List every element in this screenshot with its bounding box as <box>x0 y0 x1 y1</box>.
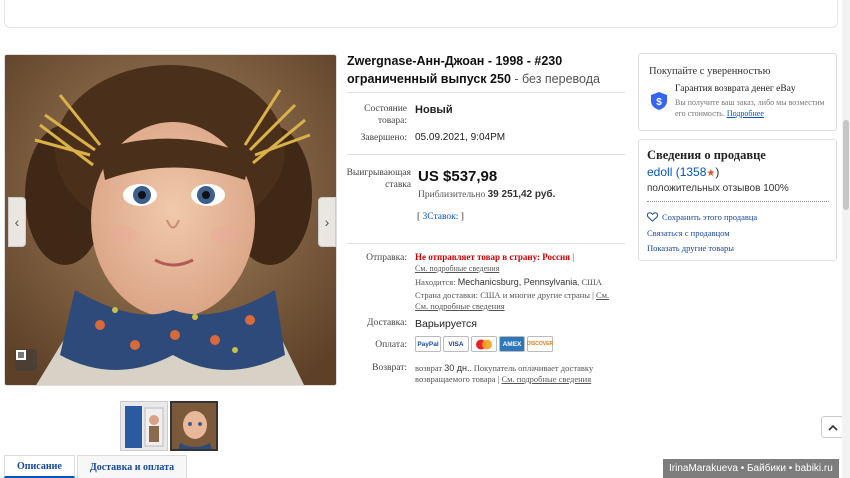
shipping-warning-text: Не отправляет товар в страну: Россия <box>415 252 571 262</box>
shipping-warning: Не отправляет товар в страну: Россия | <box>415 252 574 262</box>
divider <box>347 92 625 93</box>
delivery-value: Варьируется <box>415 318 477 330</box>
seller-name-line: edoll (1358★) <box>647 165 719 179</box>
location-line: Находится: Mechanicsburg, Pennsylvania, … <box>415 276 602 288</box>
scrollbar-thumb[interactable] <box>843 120 849 210</box>
bids-label[interactable]: Ставок: <box>427 212 458 222</box>
divider <box>347 243 625 244</box>
guarantee-heading: Покупайте с уверенностью <box>649 66 771 77</box>
zoom-icon <box>16 350 26 360</box>
amex-icon: AMEX <box>499 336 525 352</box>
guarantee-text: Вы получите ваш заказ, либо мы возместим… <box>675 97 830 119</box>
zoom-button[interactable] <box>15 349 37 371</box>
mastercard-icon <box>471 336 497 352</box>
chevron-left-icon: ‹ <box>14 214 20 230</box>
guarantee-more-link[interactable]: Подробнее <box>727 109 764 118</box>
item-title: Zwergnase-Анн-Джоан - 1998 - #230 ограни… <box>347 52 627 88</box>
chevron-right-icon: › <box>324 214 330 230</box>
contact-seller-link[interactable]: Связаться с продавцом <box>647 228 730 238</box>
discover-icon: DISCOVER <box>527 336 553 352</box>
divider <box>647 201 829 202</box>
country-value: США и многие другие страны <box>480 290 590 300</box>
guarantee-box: Покупайте с уверенностью $ Гарантия возв… <box>638 53 837 131</box>
top-header-bar <box>4 0 838 28</box>
feedback-count-close: ) <box>715 165 720 179</box>
location-value: Mechanicsburg, Pennsylvania <box>457 277 578 287</box>
location-country: , США <box>577 277 602 287</box>
approx-value: 39 251,42 руб. <box>487 189 556 200</box>
country-link-start[interactable]: См. <box>596 290 609 300</box>
seller-heading: Сведения о продавце <box>647 148 766 162</box>
bids-open: [ <box>417 212 421 222</box>
seller-box: Сведения о продавце edoll (1358★) положи… <box>638 139 837 261</box>
shield-icon: $ <box>651 92 667 110</box>
thumbnail-doll-photo[interactable] <box>170 401 218 451</box>
item-title-sub-rest: - без перевода <box>510 72 600 86</box>
box-thumbnail-image <box>125 406 164 448</box>
delivery-label: Доставка: <box>367 318 407 328</box>
paypal-icon: PayPal <box>415 336 441 352</box>
main-product-image[interactable]: ‹ › <box>4 54 337 386</box>
tab-shipping-payment[interactable]: Доставка и оплата <box>76 455 188 478</box>
watermark: IrinaMarakueva • Байбики • babiki.ru <box>663 459 839 478</box>
doll-thumbnail-image <box>172 403 216 449</box>
page-scrollbar[interactable] <box>842 0 850 478</box>
returns-rest: . Покупатель оплачивает доставку <box>469 363 594 373</box>
returns-details-link[interactable]: См. подробные сведения <box>501 374 591 384</box>
winning-price: US $537,98 <box>418 168 498 185</box>
condition-value: Новый <box>415 104 453 116</box>
location-label: Находится: <box>415 277 456 287</box>
country-details-link[interactable]: См. подробные сведения <box>415 301 505 311</box>
shipping-details-link[interactable]: См. подробные сведения <box>415 264 499 273</box>
visa-icon: VISA <box>443 336 469 352</box>
approx-price: Приблизительно 39 251,42 руб. <box>418 189 555 200</box>
payment-label: Оплата: <box>375 340 407 350</box>
seller-feedback: положительных отзывов 100% <box>647 183 789 194</box>
heart-icon <box>647 212 658 222</box>
next-image-button[interactable]: › <box>318 197 336 247</box>
item-title-main: Zwergnase-Анн-Джоан - 1998 - #230 <box>347 54 563 68</box>
tab-description[interactable]: Описание <box>4 455 75 478</box>
country-label: Страна доставки: <box>415 290 479 300</box>
divider <box>347 154 625 155</box>
winning-bid-label: Выигрывающая ставка <box>346 168 411 190</box>
returns-prefix: возврат <box>415 363 443 373</box>
item-title-sub-bold: ограниченный выпуск 250 <box>347 72 511 86</box>
ended-label: Завершено: <box>360 133 407 143</box>
seller-name-link[interactable]: edoll <box>647 165 672 179</box>
returns-line2-text: возвращаемого товара | <box>415 374 500 384</box>
bids-close: ] <box>460 212 464 222</box>
prev-image-button[interactable]: ‹ <box>8 197 26 247</box>
thumbnail-box-photo[interactable] <box>120 401 168 451</box>
ended-value: 05.09.2021, 9:04PM <box>415 132 506 143</box>
bids-info[interactable]: [ 3Ставок: ] <box>417 212 464 222</box>
separator: | <box>572 252 575 262</box>
item-tabs: Описание Доставка и оплата <box>4 455 189 478</box>
country-line: Страна доставки: США и многие другие стр… <box>415 290 610 300</box>
returns-line2: возвращаемого товара | См. подробные све… <box>415 373 591 385</box>
guarantee-title: Гарантия возврата денег eBay <box>675 84 796 94</box>
svg-text:$: $ <box>656 97 662 108</box>
save-seller-link[interactable]: Сохранить этого продавца <box>662 212 757 222</box>
returns-days: 30 дн. <box>444 363 470 373</box>
approx-prefix: Приблизительно <box>418 190 486 200</box>
chevron-up-icon <box>828 424 838 431</box>
shipping-label: Отправка: <box>366 253 407 263</box>
seller-feedback-count[interactable]: (1358 <box>676 165 707 179</box>
condition-label: Состояние товара: <box>364 104 407 126</box>
returns-label: Возврат: <box>372 363 407 373</box>
other-items-link[interactable]: Показать другие товары <box>647 243 734 253</box>
doll-photo <box>5 55 336 385</box>
